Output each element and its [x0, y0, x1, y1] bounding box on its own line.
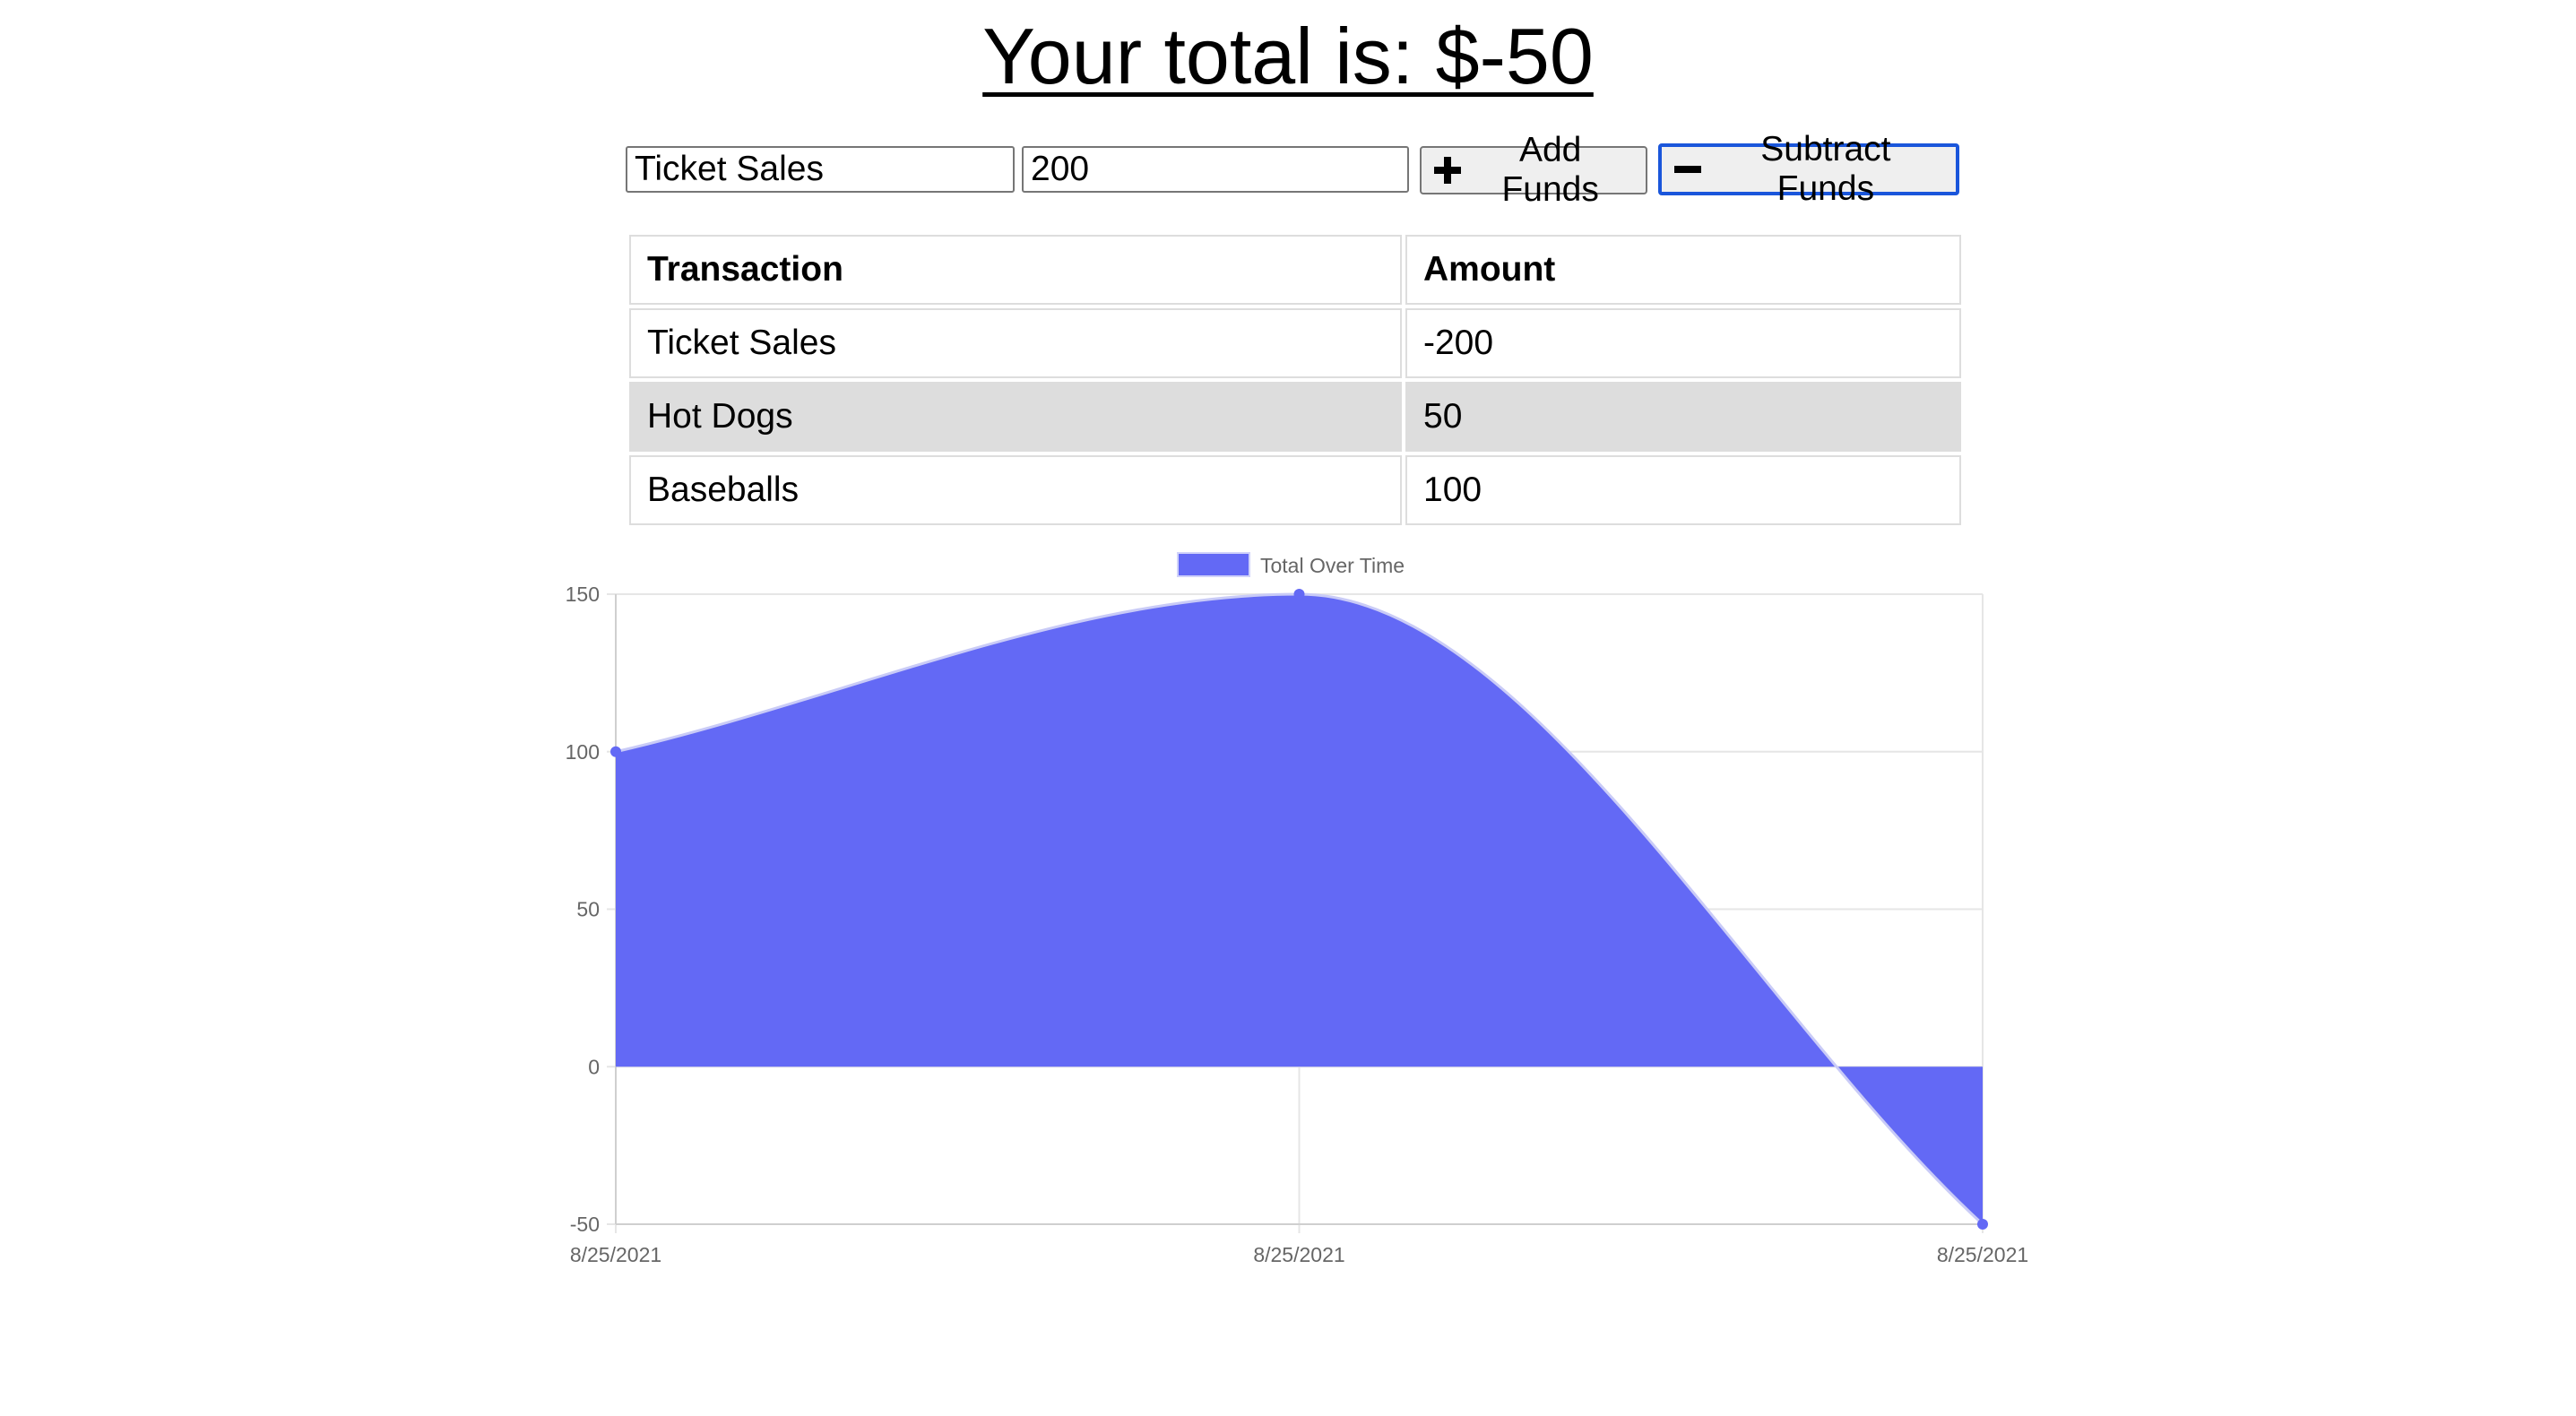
y-tick-label: 150 — [566, 583, 600, 606]
legend-swatch[interactable] — [1177, 552, 1250, 577]
data-point[interactable] — [1293, 589, 1305, 600]
x-tick-label: 8/25/2021 — [1253, 1243, 1344, 1266]
x-tick-label: 8/25/2021 — [570, 1243, 661, 1266]
y-tick-label: 0 — [588, 1055, 600, 1078]
data-point[interactable] — [1977, 1219, 1988, 1230]
legend-label: Total Over Time — [1260, 554, 1405, 577]
y-tick-label: 50 — [576, 898, 600, 921]
data-point[interactable] — [610, 746, 621, 757]
y-tick-label: 100 — [566, 740, 600, 764]
x-tick-label: 8/25/2021 — [1937, 1243, 2028, 1266]
y-tick-label: -50 — [570, 1213, 600, 1236]
total-over-time-chart: 150 100 50 0 -50 8/25/2021 8/25/2021 8/25/2021… — [566, 552, 2028, 1266]
